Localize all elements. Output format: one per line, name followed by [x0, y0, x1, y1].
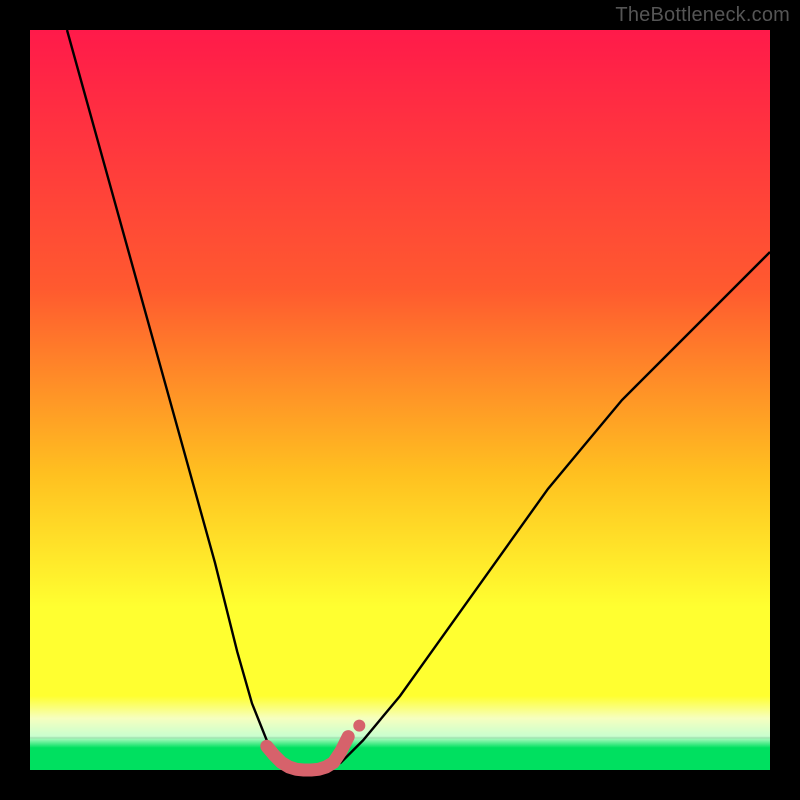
attribution-label: TheBottleneck.com [615, 4, 790, 27]
chart-stage: TheBottleneck.com [0, 0, 800, 800]
optimal-range-end-dot [353, 720, 365, 732]
gradient-panel [30, 30, 770, 770]
bottleneck-plot [0, 0, 800, 800]
green-band-edge [30, 737, 770, 739]
